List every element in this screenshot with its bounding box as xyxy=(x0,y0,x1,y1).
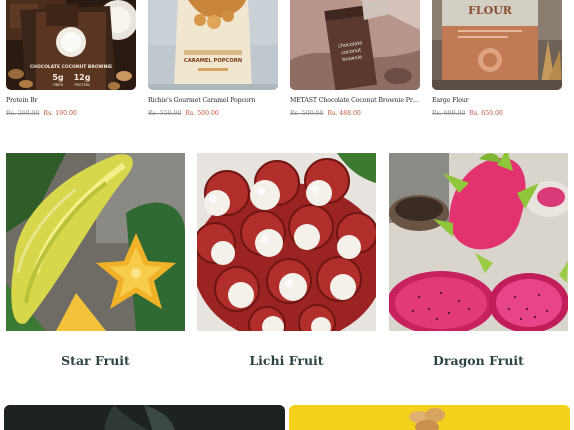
product-card[interactable]: CHOCOLATE COCONUT BROWNIE 5g FIBER 12g P… xyxy=(6,0,136,117)
package-title: CHOCOLATE COCONUT BROWNIE xyxy=(30,64,112,70)
product-name[interactable]: Richie's Gourmet Caramel Popcorn xyxy=(148,97,278,104)
product-name[interactable]: Protein Br xyxy=(6,97,136,104)
package-stat: 12g xyxy=(74,73,91,82)
sale-price: Rs. 500.00 xyxy=(185,110,219,117)
product-card[interactable]: CARAMEL POPCORN Richie's Gourmet Caramel… xyxy=(148,0,278,117)
package-title: CARAMEL POPCORN xyxy=(184,58,242,64)
product-price: Rs. 699.00 Rs. 650.00 xyxy=(432,110,562,117)
category-card-lichi-fruit[interactable]: Lichi Fruit xyxy=(197,153,376,368)
product-image[interactable]: CARAMEL POPCORN xyxy=(148,0,278,90)
package-stat: 5g xyxy=(52,73,64,82)
category-image[interactable] xyxy=(389,153,568,331)
original-price: Rs. 260.00 xyxy=(6,110,40,117)
product-name[interactable]: Earge Flour xyxy=(432,97,562,104)
category-label[interactable]: Star Fruit xyxy=(6,353,185,368)
product-image[interactable]: chocolate coconut brownie xyxy=(290,0,420,90)
product-name[interactable]: METAST Chocolate Coconut Brownie Protei.… xyxy=(290,97,420,104)
product-price: Rs. 550.00 Rs. 500.00 xyxy=(148,110,278,117)
package-stat-label: FIBER xyxy=(53,83,64,87)
category-card-dragon-fruit[interactable]: Dragon Fruit xyxy=(389,153,568,368)
package-title: FLOUR xyxy=(468,4,513,17)
promo-banner[interactable] xyxy=(289,405,570,430)
product-image[interactable]: FLOUR xyxy=(432,0,562,90)
category-label[interactable]: Dragon Fruit xyxy=(389,353,568,368)
category-image[interactable] xyxy=(6,153,185,331)
sale-price: Rs. 190.00 xyxy=(43,110,77,117)
package-stat-label: PROTEIN xyxy=(74,83,90,87)
sale-price: Rs. 488.00 xyxy=(327,110,361,117)
product-price: Rs. 260.00 Rs. 190.00 xyxy=(6,110,136,117)
category-label[interactable]: Lichi Fruit xyxy=(197,353,376,368)
promo-banner[interactable] xyxy=(4,405,285,430)
sale-price: Rs. 650.00 xyxy=(469,110,503,117)
category-image[interactable] xyxy=(197,153,376,331)
original-price: Rs. 699.00 xyxy=(432,110,466,117)
product-image[interactable]: CHOCOLATE COCONUT BROWNIE 5g FIBER 12g P… xyxy=(6,0,136,90)
product-card[interactable]: FLOUR Earge Flour Rs. 699.00 Rs. 650.00 xyxy=(432,0,562,117)
category-card-star-fruit[interactable]: Star Fruit xyxy=(6,153,185,368)
product-card[interactable]: chocolate coconut brownie METAST Chocola… xyxy=(290,0,420,117)
product-price: Rs. 500.00 Rs. 488.00 xyxy=(290,110,420,117)
original-price: Rs. 550.00 xyxy=(148,110,182,117)
original-price: Rs. 500.00 xyxy=(290,110,324,117)
